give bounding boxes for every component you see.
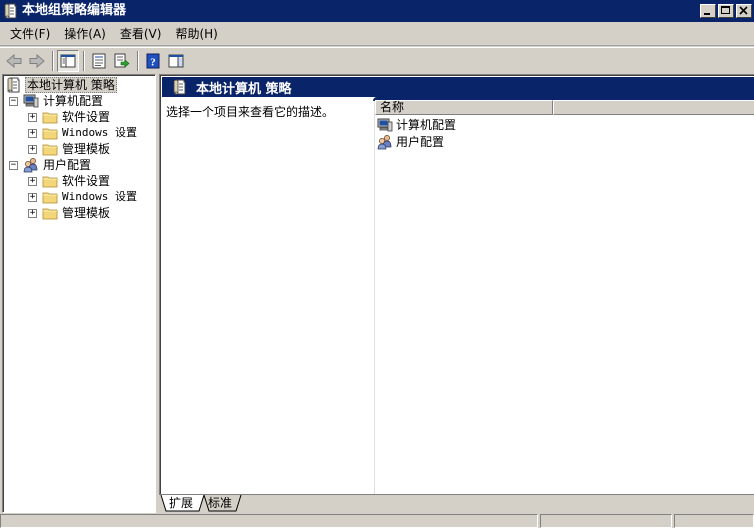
export-list-icon	[114, 53, 130, 68]
column-header-extra[interactable]	[553, 100, 754, 115]
show-hide-action-pane-icon	[168, 54, 184, 67]
tree-item-software-settings[interactable]: + 软件设置	[28, 173, 111, 189]
expand-toggle[interactable]: +	[28, 128, 37, 138]
tree-item-user-config[interactable]: − 用户配置	[9, 157, 92, 173]
show-hide-tree-icon	[60, 54, 76, 67]
minimize-button[interactable]	[700, 4, 716, 18]
toolbar-separator	[52, 50, 54, 71]
folder-icon	[42, 189, 58, 205]
title-bar: 本地组策略编辑器	[0, 0, 754, 22]
toolbar: ?	[0, 47, 754, 73]
list-item-user-config[interactable]: 用户配置	[377, 133, 444, 150]
description-text: 选择一个项目来查看它的描述。	[166, 105, 335, 119]
list-item-label: 计算机配置	[396, 118, 457, 132]
users-icon	[23, 157, 39, 173]
folder-icon	[42, 173, 58, 189]
console-tree[interactable]: 本地计算机 策略 − 计算机配置 + 软件设置 + Windows 设置 + 管…	[2, 74, 156, 513]
collapse-toggle[interactable]: −	[9, 160, 18, 170]
tree-item-label: 用户配置	[43, 158, 92, 172]
details-header: 本地计算机 策略	[162, 77, 754, 97]
column-header-row: 名称	[375, 100, 754, 115]
expand-toggle[interactable]: +	[28, 144, 37, 154]
folder-icon	[42, 141, 58, 157]
list-item-label: 用户配置	[396, 135, 445, 149]
items-list[interactable]: 名称 计算机配置 用户配置	[373, 97, 754, 494]
computer-icon	[377, 117, 393, 133]
maximize-icon	[721, 6, 730, 14]
status-cell-main	[0, 514, 538, 528]
show-hide-tree-button[interactable]	[57, 49, 79, 72]
folder-icon	[42, 205, 58, 221]
help-button[interactable]: ?	[142, 50, 164, 72]
help-icon: ?	[146, 53, 160, 68]
menu-view[interactable]: 查看(V)	[113, 23, 169, 45]
tree-item-software-settings[interactable]: + 软件设置	[28, 109, 111, 125]
tree-item-label: 计算机配置	[43, 94, 104, 108]
details-header-title: 本地计算机 策略	[196, 81, 292, 97]
status-cell-2	[540, 514, 672, 528]
details-pane: 本地计算机 策略 选择一个项目来查看它的描述。 名称 计算机配置 用户配置	[159, 74, 754, 494]
tab-standard[interactable]: 标准	[208, 496, 232, 510]
policy-document-icon	[172, 79, 188, 95]
policy-document-icon	[6, 77, 22, 93]
view-tabs: 扩展 标准	[159, 494, 754, 513]
tab-extended[interactable]: 扩展	[169, 496, 193, 510]
tree-item-label: 软件设置	[62, 110, 111, 124]
forward-button[interactable]	[26, 50, 48, 72]
tree-item-label: 本地计算机 策略	[25, 77, 117, 93]
menu-action[interactable]: 操作(A)	[57, 23, 113, 45]
properties-button[interactable]	[88, 50, 110, 72]
tree-item-label: 管理模板	[62, 206, 111, 220]
expand-toggle[interactable]: +	[28, 112, 37, 122]
svg-text:?: ?	[150, 56, 156, 68]
menu-file[interactable]: 文件(F)	[3, 23, 57, 45]
status-bar	[0, 514, 754, 528]
back-arrow-icon	[6, 53, 22, 68]
expand-toggle[interactable]: +	[28, 192, 37, 202]
properties-icon	[92, 53, 106, 68]
collapse-toggle[interactable]: −	[9, 96, 18, 106]
tree-item-computer-config[interactable]: − 计算机配置	[9, 93, 104, 109]
toolbar-separator	[137, 50, 139, 71]
column-header-name[interactable]: 名称	[375, 100, 553, 115]
toolbar-separator	[83, 50, 85, 71]
menu-help[interactable]: 帮助(H)	[168, 23, 224, 45]
status-cell-3	[674, 514, 754, 528]
menu-bar: 文件(F) 操作(A) 查看(V) 帮助(H)	[0, 22, 754, 46]
forward-arrow-icon	[29, 53, 45, 68]
list-item-computer-config[interactable]: 计算机配置	[377, 116, 456, 133]
tree-item-admin-templates[interactable]: + 管理模板	[28, 205, 111, 221]
close-button[interactable]	[736, 4, 752, 18]
window-title: 本地组策略编辑器	[22, 3, 127, 18]
tree-item-label: 软件设置	[62, 174, 111, 188]
tree-item-label: Windows 设置	[62, 126, 137, 139]
policy-document-icon	[3, 3, 19, 19]
tree-item-windows-settings[interactable]: + Windows 设置	[28, 189, 138, 205]
tree-item-label: Windows 设置	[62, 190, 137, 203]
folder-icon	[42, 125, 58, 141]
users-icon	[377, 134, 393, 150]
tree-item-local-computer-policy[interactable]: 本地计算机 策略	[6, 77, 117, 93]
minimize-icon	[704, 13, 710, 15]
show-hide-action-pane-button[interactable]	[165, 50, 187, 72]
tree-item-admin-templates[interactable]: + 管理模板	[28, 141, 111, 157]
close-icon	[739, 6, 748, 15]
maximize-button[interactable]	[718, 4, 734, 18]
export-list-button[interactable]	[111, 50, 133, 72]
back-button[interactable]	[3, 50, 25, 72]
tree-item-windows-settings[interactable]: + Windows 设置	[28, 125, 138, 141]
folder-icon	[42, 109, 58, 125]
computer-icon	[23, 93, 39, 109]
expand-toggle[interactable]: +	[28, 176, 37, 186]
tabs-outline	[159, 494, 754, 512]
caption-buttons	[700, 4, 752, 18]
tree-item-label: 管理模板	[62, 142, 111, 156]
expand-toggle[interactable]: +	[28, 208, 37, 218]
